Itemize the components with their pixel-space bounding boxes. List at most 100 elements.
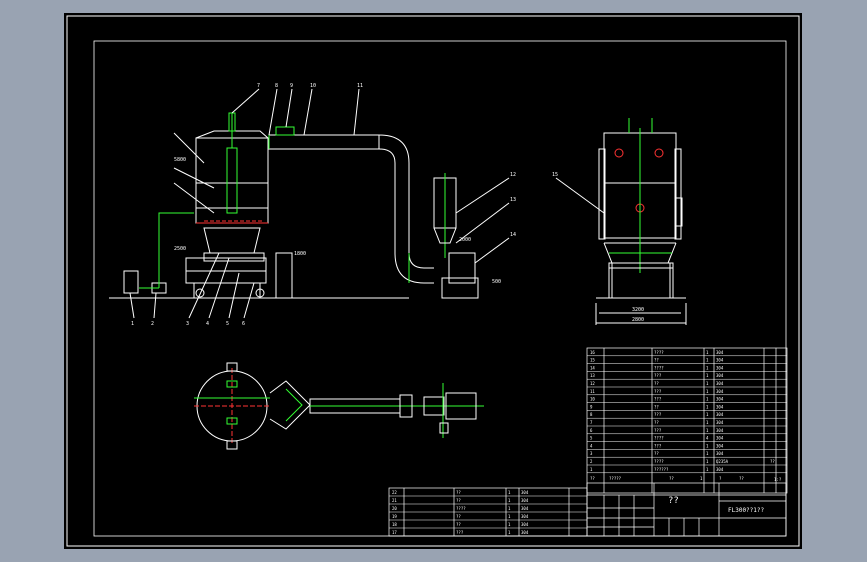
lower-table-row-no: 19: [392, 514, 397, 519]
balloon-4: 4: [206, 321, 209, 327]
header-c2: ?????: [609, 476, 622, 481]
balloon-7: 7: [257, 83, 260, 89]
lower-table-row-mat: 304: [521, 506, 529, 511]
parts-table-row-name: ???: [654, 389, 662, 394]
parts-table-row-qty: 1: [706, 350, 709, 355]
parts-table-row-mat: 304: [716, 467, 724, 472]
balloon-13: 13: [510, 197, 516, 203]
parts-table-row-no: 13: [590, 373, 595, 378]
lower-table-row-name: ??: [456, 490, 461, 495]
header-c5: ?: [719, 476, 722, 481]
header-c3: ??: [669, 476, 674, 481]
parts-table-row-mat: 304: [716, 350, 724, 355]
lower-table-row-qty: 1: [508, 522, 511, 527]
lower-table-row-mat: 304: [521, 514, 529, 519]
parts-table-row-qty: 1: [706, 365, 709, 370]
parts-table-row-no: 2: [590, 459, 593, 464]
balloon-5: 5: [226, 321, 229, 327]
parts-table-row-name: ???: [654, 412, 662, 417]
parts-table-row-no: 6: [590, 428, 593, 433]
parts-table-row-name: ????: [654, 436, 664, 441]
balloon-9: 9: [290, 83, 293, 89]
lower-table-row-mat: 304: [521, 498, 529, 503]
parts-table-row-no: 8: [590, 412, 593, 417]
parts-table-row-qty: 1: [706, 389, 709, 394]
parts-table-row-mat: 304: [716, 412, 724, 417]
parts-table-row-name: ???: [654, 428, 662, 433]
parts-table-row-qty: 1: [706, 412, 709, 417]
side-view-labels: 3200 2800 15: [552, 172, 644, 323]
lower-table-row-qty: 1: [508, 498, 511, 503]
lower-table-row-qty: 1: [508, 506, 511, 511]
parts-table-row-mat: 304: [716, 358, 724, 363]
parts-table-row-no: 11: [590, 389, 595, 394]
parts-table-row-mat: 304: [716, 420, 724, 425]
parts-table-row-name: ????: [654, 459, 664, 464]
parts-table-row-name: ??: [654, 358, 659, 363]
top-view: [194, 362, 484, 450]
lower-table-row-mat: 304: [521, 490, 529, 495]
parts-table-row-no: 7: [590, 420, 593, 425]
parts-table-row-no: 14: [590, 365, 595, 370]
lower-table-row-no: 20: [392, 506, 397, 511]
lower-table-row-name: ??: [456, 522, 461, 527]
lower-table-row-no: 21: [392, 498, 397, 503]
parts-table-row-mat: Q235A: [716, 459, 729, 464]
lower-table-row-name: ???: [456, 530, 464, 535]
parts-table-row-name: ??: [654, 420, 659, 425]
parts-table-row-qty: 1: [706, 373, 709, 378]
parts-table-row-no: 16: [590, 350, 595, 355]
header-c4: 1: [700, 476, 703, 481]
parts-table-row-mat: 304: [716, 436, 724, 441]
balloon-8: 8: [275, 83, 278, 89]
parts-table-row-mat: 304: [716, 428, 724, 433]
parts-table-row-qty: 1: [706, 381, 709, 386]
parts-table-row-no: 10: [590, 397, 595, 402]
parts-table-row-mat: 304: [716, 397, 724, 402]
balloon-3: 3: [186, 321, 189, 327]
parts-table-row-no: 1: [590, 467, 593, 472]
parts-table-row-mat: 304: [716, 381, 724, 386]
inner-border: [93, 40, 787, 537]
drawing-number: FL300??1??: [728, 507, 765, 514]
side-view: [555, 118, 687, 325]
dim-label-9: 500: [492, 279, 501, 285]
header-c1: ??: [590, 476, 595, 481]
parts-table-row-qty: 1: [706, 420, 709, 425]
parts-table-rows: 16???? 1 30415?? 1 30414???? 1 30413??? 1 30412?…: [587, 350, 787, 474]
parts-table-row-name: ??: [654, 404, 659, 409]
drawing-title: ??: [668, 496, 679, 506]
dim-label-4: 2000: [459, 237, 471, 243]
front-view: [109, 88, 510, 319]
parts-table-row-name: ????: [654, 365, 664, 370]
lower-table-row-name: ????: [456, 506, 466, 511]
parts-table-row-qty: 1: [706, 443, 709, 448]
outer-border: [66, 15, 800, 547]
dim-label-6: 2800: [632, 317, 644, 323]
parts-table-row-qty: 1: [706, 459, 709, 464]
parts-table-row-no: 15: [590, 358, 595, 363]
parts-table-row-name: ??: [654, 451, 659, 456]
parts-table-row-qty: 1: [706, 467, 709, 472]
balloon-14: 14: [510, 232, 516, 238]
lower-table-rows: 22?? 1 304 21?? 1 304 20???? 1 304 19?? 1 304 18?? 1 3…: [389, 490, 587, 537]
parts-table-row-qty: 1: [706, 451, 709, 456]
parts-table-row-qty: 1: [706, 404, 709, 409]
parts-table-row-qty: 1: [706, 428, 709, 433]
lower-table-row-mat: 304: [521, 522, 529, 527]
mass-label: ??: [770, 459, 775, 464]
parts-table-row-name: ???: [654, 443, 662, 448]
parts-table: [586, 347, 788, 494]
parts-table-row-mat: 304: [716, 389, 724, 394]
lower-table-row-qty: 1: [508, 530, 511, 535]
dim-label-2: 2500: [174, 246, 186, 252]
balloon-11: 11: [357, 83, 363, 89]
parts-table-row-mat: 304: [716, 404, 724, 409]
front-view-labels: 5800 2500 1800 2000 500 1 2 3 4 5 6 7 8 …: [131, 83, 516, 327]
parts-table-row-name: ???: [654, 397, 662, 402]
lower-table-row-name: ??: [456, 498, 461, 503]
lower-table-row-name: ??: [456, 514, 461, 519]
lower-table-row-qty: 1: [508, 514, 511, 519]
dim-label-5: 3200: [632, 307, 644, 313]
header-c6: ??: [739, 476, 744, 481]
